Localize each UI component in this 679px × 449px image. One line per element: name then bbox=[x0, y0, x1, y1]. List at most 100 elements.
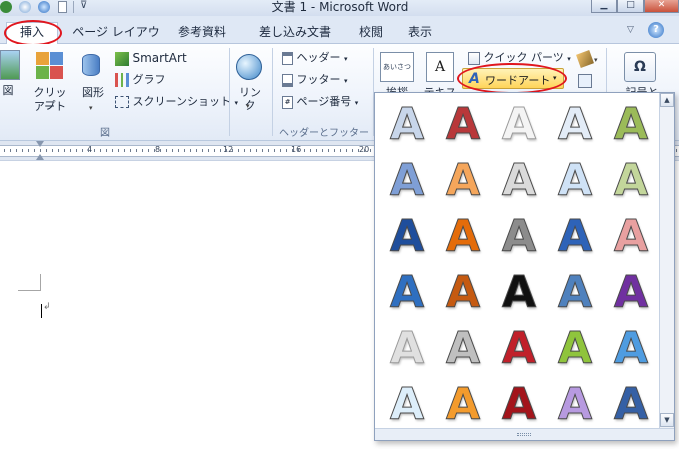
ruler-tick bbox=[280, 149, 281, 152]
shapes-label[interactable]: 図形 bbox=[78, 86, 108, 99]
picture-icon[interactable] bbox=[0, 50, 20, 80]
tab-mailings[interactable]: 差し込み文書 bbox=[250, 23, 340, 43]
link-dropdown-icon[interactable]: ▾ bbox=[246, 102, 250, 110]
wordart-style-1-1[interactable]: A bbox=[379, 97, 435, 153]
wordart-style-1-2[interactable]: A bbox=[435, 97, 491, 153]
chart-icon bbox=[115, 73, 129, 87]
ruler-tick bbox=[334, 149, 335, 152]
title-bar: ⊽ 文書 1 - Microsoft Word ▁ □ ✕ bbox=[0, 0, 679, 16]
page-number-button[interactable]: # ページ番号 ▾ bbox=[282, 94, 358, 110]
ruler-tick bbox=[340, 149, 341, 152]
maximize-button[interactable]: □ bbox=[617, 0, 644, 13]
wordart-style-6-3[interactable]: A bbox=[491, 377, 547, 433]
signature-dropdown-icon[interactable]: ▾ bbox=[594, 56, 598, 64]
help-icon-ribbon[interactable]: ? bbox=[648, 22, 664, 38]
grip-dots-icon bbox=[517, 433, 531, 436]
wordart-style-2-4[interactable]: A bbox=[547, 153, 603, 209]
ruler-tick bbox=[100, 149, 101, 152]
page-number-icon: # bbox=[282, 95, 293, 109]
wordart-style-4-5[interactable]: A bbox=[603, 265, 659, 321]
word-window: ⊽ 文書 1 - Microsoft Word ▁ □ ✕ 挿入 ページ レイア… bbox=[0, 0, 679, 449]
clipart-icon[interactable] bbox=[36, 52, 64, 80]
group-separator bbox=[229, 48, 230, 136]
wordart-style-3-5[interactable]: A bbox=[603, 209, 659, 265]
wordart-style-3-3[interactable]: A bbox=[491, 209, 547, 265]
gallery-scrollbar[interactable]: ▲ ▼ bbox=[659, 93, 674, 428]
ruler-tick bbox=[310, 149, 311, 152]
date-time-icon[interactable] bbox=[578, 74, 592, 88]
shapes-icon[interactable] bbox=[80, 52, 106, 82]
tab-mailings-label: 差し込み文書 bbox=[258, 25, 331, 39]
wordart-style-6-4[interactable]: A bbox=[547, 377, 603, 433]
scroll-down-button[interactable]: ▼ bbox=[660, 413, 674, 427]
wordart-style-4-4[interactable]: A bbox=[547, 265, 603, 321]
paragraph-mark-icon: ↲ bbox=[43, 302, 51, 312]
save-icon[interactable] bbox=[19, 1, 31, 13]
wordart-style-6-2[interactable]: A bbox=[435, 377, 491, 433]
ruler-tick bbox=[136, 149, 137, 152]
ruler-tick bbox=[364, 149, 365, 152]
wordart-style-5-5[interactable]: A bbox=[603, 321, 659, 377]
header-button[interactable]: ヘッダー ▾ bbox=[282, 50, 348, 66]
ruler-tick bbox=[202, 149, 203, 152]
ribbon-collapse-icon[interactable]: ▽ bbox=[627, 25, 634, 35]
wordart-style-5-4[interactable]: A bbox=[547, 321, 603, 377]
ruler-tick bbox=[274, 149, 275, 152]
wordart-style-5-3[interactable]: A bbox=[491, 321, 547, 377]
help-icon[interactable] bbox=[38, 1, 50, 13]
ruler-tick bbox=[82, 149, 83, 152]
word-app-icon[interactable] bbox=[0, 1, 12, 13]
wordart-style-5-2[interactable]: A bbox=[435, 321, 491, 377]
quick-parts-dropdown-icon: ▾ bbox=[567, 55, 571, 63]
qat-separator bbox=[73, 1, 74, 13]
smartart-button[interactable]: SmartArt bbox=[115, 50, 187, 66]
shapes-dropdown-icon[interactable]: ▾ bbox=[89, 104, 93, 112]
wordart-style-1-4[interactable]: A bbox=[547, 97, 603, 153]
wordart-style-6-1[interactable]: A bbox=[379, 377, 435, 433]
wordart-style-1-3[interactable]: A bbox=[491, 97, 547, 153]
symbol-icon[interactable]: Ω bbox=[624, 52, 656, 82]
wordart-style-3-4[interactable]: A bbox=[547, 209, 603, 265]
tab-references[interactable]: 参考資料 bbox=[170, 23, 234, 43]
wordart-style-6-5[interactable]: A bbox=[603, 377, 659, 433]
chart-button[interactable]: グラフ bbox=[115, 72, 166, 88]
tab-view[interactable]: 表示 bbox=[400, 23, 440, 43]
wordart-style-4-2[interactable]: A bbox=[435, 265, 491, 321]
wordart-style-4-3[interactable]: A bbox=[491, 265, 547, 321]
window-title: 文書 1 - Microsoft Word bbox=[271, 0, 409, 14]
link-icon[interactable] bbox=[236, 54, 262, 80]
gallery-resize-grip[interactable] bbox=[375, 428, 674, 440]
wordart-style-3-2[interactable]: A bbox=[435, 209, 491, 265]
wordart-style-2-3[interactable]: A bbox=[491, 153, 547, 209]
wordart-style-1-5[interactable]: A bbox=[603, 97, 659, 153]
ruler-tick bbox=[124, 149, 125, 152]
close-button[interactable]: ✕ bbox=[644, 0, 679, 13]
ruler-tick bbox=[220, 149, 221, 152]
link-label[interactable]: リンク bbox=[234, 86, 266, 112]
wordart-style-2-5[interactable]: A bbox=[603, 153, 659, 209]
ruler-tick bbox=[142, 149, 143, 152]
textbox-icon[interactable]: A bbox=[426, 52, 454, 82]
tab-page-layout[interactable]: ページ レイアウト bbox=[68, 23, 164, 57]
wordart-style-2-2[interactable]: A bbox=[435, 153, 491, 209]
quick-parts-icon bbox=[468, 51, 480, 65]
new-document-icon[interactable] bbox=[58, 1, 67, 13]
screenshot-button[interactable]: スクリーンショット ▾ bbox=[115, 94, 238, 110]
scroll-up-button[interactable]: ▲ bbox=[660, 93, 674, 107]
wordart-style-4-1[interactable]: A bbox=[379, 265, 435, 321]
tab-review[interactable]: 校閲 bbox=[352, 23, 390, 43]
ruler-tick bbox=[148, 149, 149, 152]
header-label: ヘッダー bbox=[296, 51, 341, 64]
wordart-style-3-1[interactable]: A bbox=[379, 209, 435, 265]
margin-corner-mark-h bbox=[18, 290, 40, 291]
footer-button[interactable]: フッター ▾ bbox=[282, 72, 348, 88]
greeting-icon[interactable]: あいさつ bbox=[380, 52, 414, 82]
wordart-style-2-1[interactable]: A bbox=[379, 153, 435, 209]
minimize-button[interactable]: ▁ bbox=[591, 0, 617, 13]
screenshot-label: スクリーンショット bbox=[132, 95, 231, 108]
qat-customize-icon[interactable]: ⊽ bbox=[80, 0, 87, 11]
ruler-tick bbox=[322, 149, 323, 152]
clipart-label-2[interactable]: アート bbox=[30, 100, 70, 113]
wordart-style-5-1[interactable]: A bbox=[379, 321, 435, 377]
signature-line-icon[interactable] bbox=[576, 50, 594, 68]
